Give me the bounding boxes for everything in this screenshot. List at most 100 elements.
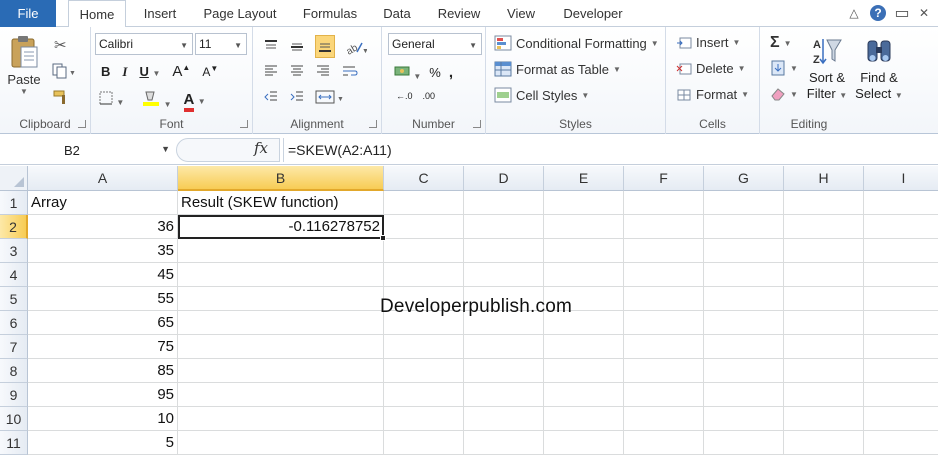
row-header-5[interactable]: 5 — [0, 287, 28, 311]
cell-h1[interactable] — [784, 191, 864, 215]
cell-b10[interactable] — [178, 407, 384, 431]
percent-button[interactable]: % — [429, 65, 441, 80]
cell-f7[interactable] — [624, 335, 704, 359]
paste-dropdown-icon[interactable]: ▼ — [6, 87, 42, 96]
grow-font-button[interactable]: A▲ — [172, 63, 190, 80]
row-header-8[interactable]: 8 — [0, 359, 28, 383]
wrap-text-icon[interactable] — [341, 63, 359, 79]
merge-center-icon[interactable]: ▼ — [315, 89, 345, 105]
cell-g2[interactable] — [704, 215, 784, 239]
cell-c9[interactable] — [384, 383, 464, 407]
italic-button[interactable]: I — [122, 64, 127, 80]
cell-c8[interactable] — [384, 359, 464, 383]
cell-h7[interactable] — [784, 335, 864, 359]
delete-cells-button[interactable]: Delete ▼ — [676, 61, 746, 76]
cell-e8[interactable] — [544, 359, 624, 383]
cell-b4[interactable] — [178, 263, 384, 287]
number-launcher-icon[interactable] — [473, 120, 481, 128]
cell-d9[interactable] — [464, 383, 544, 407]
cell-c1[interactable] — [384, 191, 464, 215]
row-header-10[interactable]: 10 — [0, 407, 28, 431]
cell-i4[interactable] — [864, 263, 938, 287]
cell-g1[interactable] — [704, 191, 784, 215]
shrink-font-button[interactable]: A▼ — [202, 64, 218, 79]
cell-g8[interactable] — [704, 359, 784, 383]
cell-i2[interactable] — [864, 215, 938, 239]
align-right-icon[interactable] — [315, 63, 331, 79]
column-header-h[interactable]: H — [784, 166, 864, 191]
cell-i7[interactable] — [864, 335, 938, 359]
cell-f5[interactable] — [624, 287, 704, 311]
cell-a6[interactable]: 65 — [28, 311, 178, 335]
cell-c11[interactable] — [384, 431, 464, 455]
cell-i1[interactable] — [864, 191, 938, 215]
tab-formulas[interactable]: Formulas — [295, 0, 365, 27]
cell-e3[interactable] — [544, 239, 624, 263]
cell-d3[interactable] — [464, 239, 544, 263]
find-select-button[interactable]: Find & Select ▼ — [854, 35, 904, 104]
row-header-3[interactable]: 3 — [0, 239, 28, 263]
cell-g5[interactable] — [704, 287, 784, 311]
font-launcher-icon[interactable] — [240, 120, 248, 128]
tab-view[interactable]: View — [500, 0, 542, 27]
cell-d7[interactable] — [464, 335, 544, 359]
paste-button[interactable]: Paste ▼ — [6, 35, 42, 96]
cell-d2[interactable] — [464, 215, 544, 239]
cell-i5[interactable] — [864, 287, 938, 311]
cell-a3[interactable]: 35 — [28, 239, 178, 263]
cell-g9[interactable] — [704, 383, 784, 407]
accounting-format-button[interactable]: ▼ — [394, 63, 421, 82]
format-as-table-button[interactable]: Format as Table ▼ — [494, 61, 621, 77]
decrease-indent-icon[interactable] — [263, 89, 279, 105]
cut-icon[interactable]: ✂ — [54, 36, 67, 54]
cell-f9[interactable] — [624, 383, 704, 407]
cell-h6[interactable] — [784, 311, 864, 335]
underline-button[interactable]: U ▼ — [139, 64, 160, 79]
cell-h3[interactable] — [784, 239, 864, 263]
borders-button[interactable]: ▼ — [99, 91, 124, 108]
minimize-ribbon-icon[interactable]: △ — [846, 5, 862, 21]
bold-button[interactable]: B — [101, 64, 110, 79]
clipboard-launcher-icon[interactable] — [78, 120, 86, 128]
cell-f10[interactable] — [624, 407, 704, 431]
cell-d11[interactable] — [464, 431, 544, 455]
cell-a10[interactable]: 10 — [28, 407, 178, 431]
insert-function-icon[interactable]: fx — [254, 139, 268, 157]
cell-a5[interactable]: 55 — [28, 287, 178, 311]
cell-d1[interactable] — [464, 191, 544, 215]
cell-g3[interactable] — [704, 239, 784, 263]
cell-e9[interactable] — [544, 383, 624, 407]
cell-i11[interactable] — [864, 431, 938, 455]
cell-styles-button[interactable]: Cell Styles ▼ — [494, 87, 589, 103]
cell-h2[interactable] — [784, 215, 864, 239]
cell-f8[interactable] — [624, 359, 704, 383]
formula-input[interactable]: =SKEW(A2:A11) — [283, 138, 938, 162]
cell-e11[interactable] — [544, 431, 624, 455]
column-header-f[interactable]: F — [624, 166, 704, 191]
cell-b7[interactable] — [178, 335, 384, 359]
orientation-icon[interactable]: ab ▼ — [345, 39, 367, 55]
row-header-2[interactable]: 2 — [0, 215, 28, 239]
cell-b6[interactable] — [178, 311, 384, 335]
cell-h10[interactable] — [784, 407, 864, 431]
cell-h8[interactable] — [784, 359, 864, 383]
cell-e2[interactable] — [544, 215, 624, 239]
row-header-11[interactable]: 11 — [0, 431, 28, 455]
column-header-g[interactable]: G — [704, 166, 784, 191]
column-header-a[interactable]: A — [28, 166, 178, 191]
help-icon[interactable]: ? — [870, 5, 886, 21]
cell-e7[interactable] — [544, 335, 624, 359]
cell-d8[interactable] — [464, 359, 544, 383]
cell-b3[interactable] — [178, 239, 384, 263]
cell-h9[interactable] — [784, 383, 864, 407]
align-center-icon[interactable] — [289, 63, 305, 79]
fill-handle[interactable] — [380, 235, 386, 241]
cell-a8[interactable]: 85 — [28, 359, 178, 383]
copy-icon[interactable]: ▼ — [52, 63, 76, 82]
align-bottom-button[interactable] — [315, 35, 335, 58]
font-size-select[interactable]: 11 ▼ — [195, 33, 247, 55]
cell-b8[interactable] — [178, 359, 384, 383]
cell-h5[interactable] — [784, 287, 864, 311]
fill-color-button[interactable]: ▼ — [142, 89, 172, 110]
cell-f2[interactable] — [624, 215, 704, 239]
